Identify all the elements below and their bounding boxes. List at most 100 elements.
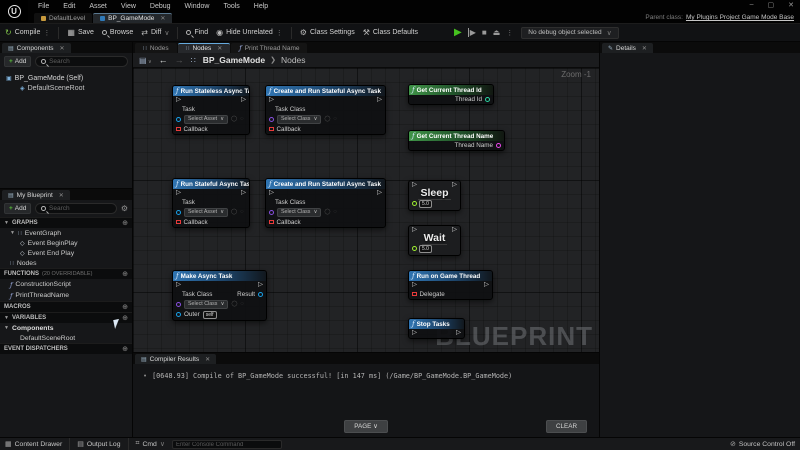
pin-value-box[interactable]: 5.0 [419,200,432,208]
tree-item-bp-gamemode[interactable]: ▣ BP_GameMode (Self) [4,73,128,83]
graph-canvas[interactable]: Zoom -1 BLUEPRINT ƒRun Stateless Async T… [133,68,599,352]
item-event-beginplay[interactable]: ◇ Event BeginPlay [0,238,132,248]
exec-out-pin[interactable]: ▷ [377,97,382,104]
add-dispatcher-icon[interactable]: ⊕ [122,345,128,353]
add-function-icon[interactable]: ⊕ [122,270,128,278]
macros-section-header[interactable]: MACROS ⊕ [0,301,132,312]
close-button[interactable]: ✕ [788,1,794,9]
exec-out-pin[interactable]: ▷ [452,182,457,189]
play-button[interactable]: ▶ [454,27,462,38]
hide-unrelated-options-icon[interactable]: ⋮ [276,29,283,37]
tab-my-blueprint[interactable]: ▤ My Blueprint ✕ [2,190,70,200]
settings-gear-icon[interactable]: ⚙ [121,204,128,213]
find-button[interactable]: Find [186,29,208,36]
select-dropdown[interactable]: Select Class ∨ [277,115,321,124]
exec-out-pin[interactable]: ▷ [241,190,246,197]
item-default-scene-root-variable[interactable]: DefaultSceneRoot [0,333,132,343]
maximize-button[interactable]: ▢ [768,1,775,9]
node-make-async-task[interactable]: ƒMake Async Task▷▷Task ClassResultSelect… [172,270,267,321]
close-icon[interactable]: ✕ [217,45,222,52]
item-eventgraph[interactable]: ▼ ∷ EventGraph [0,228,132,238]
data-pin[interactable] [176,312,181,317]
select-dropdown[interactable]: Select Asset ∨ [184,208,228,217]
menu-view[interactable]: View [121,3,136,10]
breadcrumb-current[interactable]: Nodes [281,55,306,65]
search-asset-icon[interactable]: ◌ [240,209,243,215]
exec-in-pin[interactable]: ▷ [269,97,274,104]
node-stop-tasks[interactable]: ƒStop Tasks▷▷ [408,318,465,339]
menu-file[interactable]: File [38,3,49,10]
my-blueprint-search-input[interactable] [49,205,111,212]
search-asset-icon[interactable]: ◌ [240,116,243,122]
select-dropdown[interactable]: Select Class ∨ [277,208,321,217]
compile-button[interactable]: ↻ Compile⋮ [5,28,50,37]
item-construction-script[interactable]: ƒ ConstructionScript [0,279,132,290]
node-create-run-stateful-async-task-2[interactable]: ƒCreate and Run Stateful Async Task▷▷Tas… [265,178,386,228]
browse-asset-icon[interactable]: ◯ [231,301,237,307]
exec-in-pin[interactable]: ▷ [412,282,417,289]
stop-button[interactable]: ■ [482,28,487,37]
tab-details[interactable]: ✎ Details ✕ [602,43,653,53]
functions-section-header[interactable]: FUNCTIONS (20 OVERRIDABLE) ⊕ [0,268,132,279]
data-pin[interactable] [412,201,417,206]
components-search-input[interactable] [49,58,122,65]
components-search[interactable] [35,56,128,67]
exec-out-pin[interactable]: ▷ [241,97,246,104]
frame-skip-button[interactable]: ▶ [468,28,476,37]
graph-viewport[interactable]: Zoom -1 BLUEPRINT ƒRun Stateless Async T… [133,68,599,352]
back-arrow-icon[interactable]: ← [159,55,168,65]
exec-out-pin[interactable]: ▷ [484,282,489,289]
event-dispatchers-section-header[interactable]: EVENT DISPATCHERS ⊕ [0,343,132,354]
exec-in-pin[interactable]: ▷ [176,282,181,289]
node-sleep[interactable]: ▷▷Sleep5.0 [408,180,461,211]
menu-tools[interactable]: Tools [223,3,239,10]
menu-window[interactable]: Window [185,3,210,10]
tab-close-icon[interactable]: ✕ [160,15,165,22]
data-pin[interactable] [269,210,274,215]
class-defaults-button[interactable]: ⚒Class Defaults [363,28,418,37]
exec-out-pin[interactable]: ▷ [452,227,457,234]
select-dropdown[interactable]: Select Asset ∨ [184,115,228,124]
cmd-dropdown[interactable]: ⌗ Cmd ∨ [136,440,165,448]
debug-object-dropdown[interactable]: No debug object selected ∨ [521,27,618,39]
parent-class-link[interactable]: My Plugins Project Game Mode Base [686,14,794,21]
eject-button[interactable]: ⏏ [493,28,501,37]
add-blueprint-item-button[interactable]: + Add [4,203,31,214]
tree-item-default-scene-root[interactable]: ◈ DefaultSceneRoot [18,83,128,93]
data-pin[interactable] [496,143,501,148]
tab-components[interactable]: ▤ Components ✕ [2,43,71,53]
clear-button[interactable]: CLEAR [546,420,587,433]
browse-button[interactable]: Browse [102,29,133,36]
item-nodes-graph[interactable]: ∷ Nodes [0,258,132,268]
graph-tab-nodes-1[interactable]: ∷ Nodes [135,43,177,53]
menu-help[interactable]: Help [254,3,268,10]
source-control-button[interactable]: ⊘ Source Control Off [730,440,795,448]
graph-tab-print-thread-name[interactable]: ƒ Print Thread Name [231,43,307,53]
node-get-current-thread-id[interactable]: ƒGet Current Thread IdThread Id [408,84,494,105]
search-asset-icon[interactable]: ◌ [334,209,337,215]
exec-in-pin[interactable]: ▷ [176,97,181,104]
browse-asset-icon[interactable]: ◯ [231,209,237,215]
close-icon[interactable]: ✕ [60,45,65,52]
graph-tab-nodes-2[interactable]: ∷ Nodes ✕ [178,43,231,53]
close-icon[interactable]: ✕ [642,45,647,52]
data-pin[interactable] [176,117,181,122]
exec-in-pin[interactable]: ▷ [176,190,181,197]
item-event-endplay[interactable]: ◇ Event End Play [0,248,132,258]
class-settings-button[interactable]: ⚙Class Settings [300,28,355,37]
unreal-logo-icon[interactable]: U [0,0,28,22]
delegate-pin[interactable] [176,127,181,132]
delegate-pin[interactable] [412,292,417,297]
variables-section-header[interactable]: ▼ VARIABLES ⊕ [0,312,132,323]
console-command-field[interactable] [172,440,282,449]
item-print-thread-name[interactable]: ƒ PrintThreadName [0,290,132,301]
delegate-pin[interactable] [269,127,274,132]
breadcrumb-root[interactable]: BP_GameMode [203,55,265,65]
pin-value-box[interactable]: self [203,311,217,319]
content-drawer-button[interactable]: ▦ Content Drawer [5,440,62,448]
exec-out-pin[interactable]: ▷ [456,330,461,337]
tab-default-level[interactable]: DefaultLevel [34,13,92,23]
add-component-button[interactable]: + Add [4,56,31,67]
diff-button[interactable]: ⇄Diff∨ [141,28,169,37]
node-run-stateless-async-task[interactable]: ƒRun Stateless Async Task▷▷TaskSelect As… [172,85,250,135]
